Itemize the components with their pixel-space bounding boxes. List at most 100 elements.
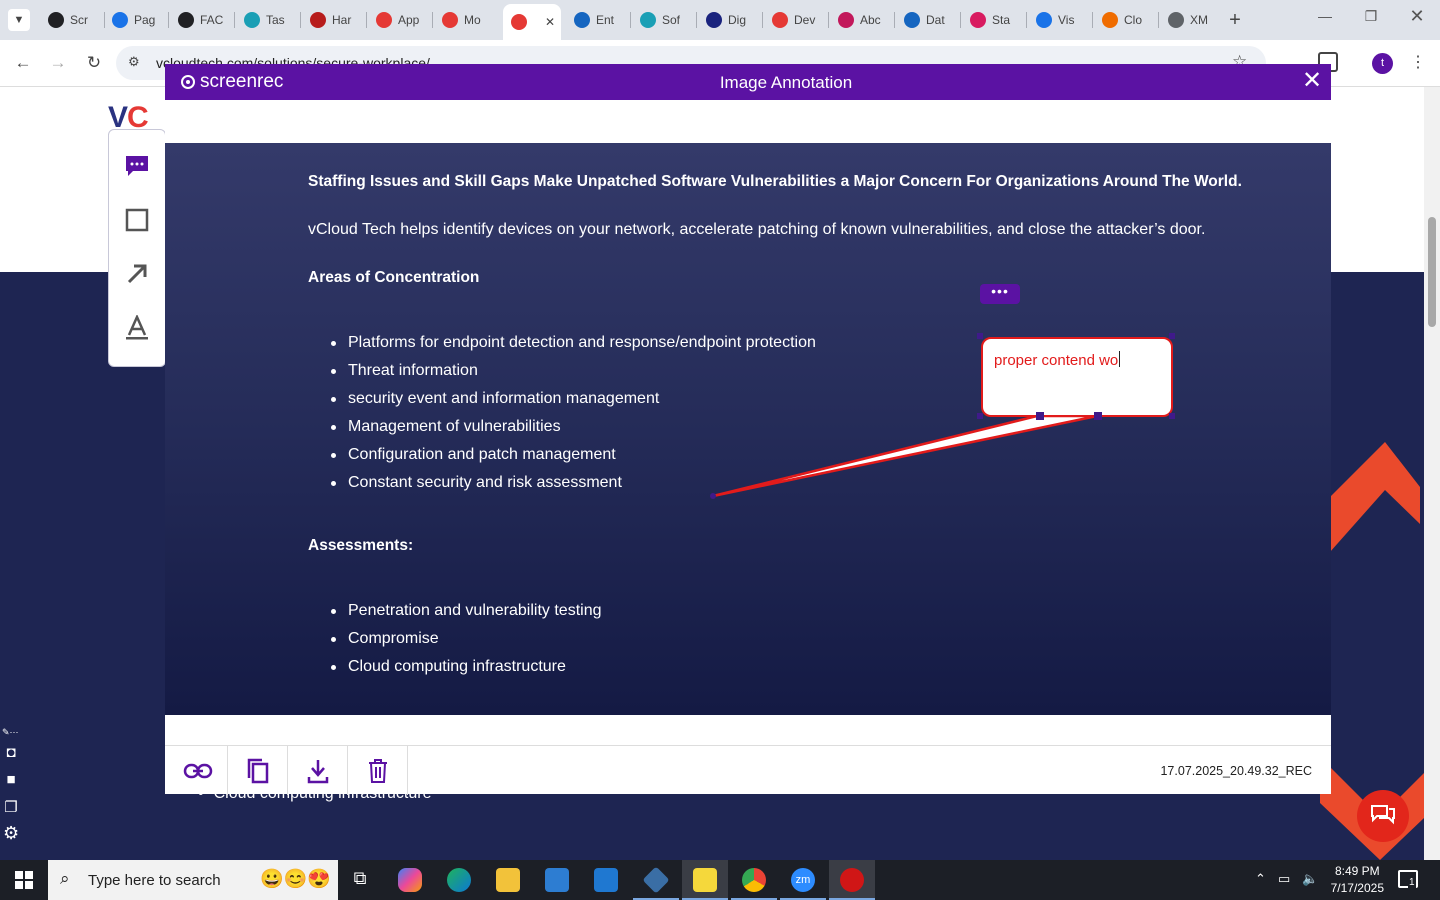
- chrome-icon[interactable]: [742, 868, 766, 892]
- modal-close-button[interactable]: ✕: [1300, 69, 1324, 94]
- browser-tab[interactable]: Clo: [1094, 6, 1156, 34]
- resize-handle-bottom-right[interactable]: [1169, 413, 1175, 419]
- copy-link-button[interactable]: [168, 746, 228, 795]
- callout-text[interactable]: proper contend wo: [994, 351, 1121, 369]
- modal-title: Image Annotation: [719, 73, 853, 92]
- sticky-notes-icon[interactable]: [693, 868, 717, 892]
- notifications-icon[interactable]: 1: [1398, 870, 1418, 888]
- download-icon: [307, 759, 328, 783]
- browser-tab[interactable]: Abc: [830, 6, 892, 34]
- pointer-tip-handle[interactable]: [710, 493, 716, 499]
- taskbar-search-box[interactable]: ⌕ Type here to search 😀😊😍: [48, 860, 338, 900]
- gallery-icon[interactable]: ❐: [4, 798, 18, 816]
- screenrec-taskbar-icon[interactable]: [840, 868, 864, 892]
- browser-tab[interactable]: Scr: [40, 6, 102, 34]
- browser-tab[interactable]: Dig: [698, 6, 760, 34]
- screenrec-menu-icon[interactable]: ✎⋯: [2, 727, 19, 738]
- tab-label: Mo: [464, 13, 481, 27]
- rectangle-tool-icon[interactable]: [123, 206, 151, 234]
- tab-label: XM: [1190, 13, 1208, 27]
- tab-label: Sta: [992, 13, 1011, 27]
- browser-tab[interactable]: Tas: [236, 6, 298, 34]
- browser-menu-icon[interactable]: ⋮: [1410, 52, 1426, 72]
- comment-tool-icon[interactable]: [123, 152, 151, 180]
- volume-icon[interactable]: 🔈: [1302, 871, 1318, 887]
- screenshot-canvas[interactable]: Staffing Issues and Skill Gaps Make Unpa…: [165, 143, 1331, 715]
- reload-icon[interactable]: ↻: [83, 52, 105, 74]
- browser-tab[interactable]: App: [368, 6, 430, 34]
- browser-tab[interactable]: Pag: [104, 6, 166, 34]
- tab-separator: [366, 12, 367, 28]
- tab-favicon-icon: [1168, 12, 1184, 28]
- zoom-icon[interactable]: zm: [791, 868, 815, 892]
- scrollbar-thumb[interactable]: [1428, 217, 1436, 327]
- restore-icon[interactable]: ❐: [1356, 8, 1386, 25]
- task-view-icon[interactable]: ⧉: [348, 868, 372, 892]
- annotation-more-button[interactable]: •••: [980, 284, 1020, 304]
- browser-tab[interactable]: Har: [302, 6, 364, 34]
- tab-close-icon[interactable]: ✕: [545, 15, 555, 29]
- copy-image-button[interactable]: [228, 746, 288, 795]
- screenshot-camera-icon[interactable]: ◘: [4, 744, 18, 761]
- pointer-base-handle-left[interactable]: [1036, 412, 1044, 420]
- tab-label: Dig: [728, 13, 747, 27]
- edge-icon[interactable]: [447, 868, 471, 892]
- forward-icon[interactable]: →: [47, 52, 69, 74]
- tab-favicon-icon: [178, 12, 194, 28]
- areas-list: Platforms for endpoint detection and res…: [331, 329, 816, 497]
- areas-heading: Areas of Concentration: [308, 269, 480, 286]
- arrow-tool-icon[interactable]: [123, 260, 151, 288]
- browser-tab[interactable]: XM: [1160, 6, 1216, 34]
- site-info-icon[interactable]: ⚙: [128, 54, 140, 70]
- chat-widget-button[interactable]: [1357, 790, 1409, 842]
- new-tab-icon[interactable]: +: [1224, 9, 1246, 31]
- browser-tab[interactable]: Dev: [764, 6, 826, 34]
- window-close-icon[interactable]: ✕: [1402, 6, 1432, 27]
- browser-tab[interactable]: ✕: [503, 4, 561, 40]
- browser-tab[interactable]: Sta: [962, 6, 1024, 34]
- resize-handle-top-left[interactable]: [977, 333, 983, 339]
- browser-tab[interactable]: FAC: [170, 6, 232, 34]
- browser-tab[interactable]: Vis: [1028, 6, 1090, 34]
- list-item: Penetration and vulnerability testing: [331, 597, 602, 625]
- browser-tab[interactable]: Dat: [896, 6, 958, 34]
- profile-avatar[interactable]: t: [1372, 53, 1393, 74]
- minimize-icon[interactable]: —: [1310, 8, 1340, 24]
- pointer-base-handle-right[interactable]: [1094, 412, 1102, 420]
- tab-separator: [432, 12, 433, 28]
- assessments-heading: Assessments:: [308, 537, 414, 554]
- settings-gear-icon[interactable]: ⚙: [3, 823, 19, 844]
- store-icon[interactable]: [545, 868, 569, 892]
- system-clock[interactable]: 8:49 PM 7/17/2025: [1331, 863, 1384, 897]
- tab-favicon-icon: [706, 12, 722, 28]
- chat-icon: [1371, 805, 1395, 825]
- text-callout-box[interactable]: proper contend wo: [981, 337, 1173, 417]
- tab-label: App: [398, 13, 420, 27]
- tab-search-button[interactable]: ▼: [8, 9, 30, 31]
- search-emoji-icon: 😀😊😍: [260, 869, 331, 890]
- assessments-list: Penetration and vulnerability testing Com…: [331, 597, 602, 681]
- download-button[interactable]: [288, 746, 348, 795]
- delete-button[interactable]: [348, 746, 408, 795]
- copilot-icon[interactable]: [398, 868, 422, 892]
- file-explorer-icon[interactable]: [496, 868, 520, 892]
- browser-tab[interactable]: Sof: [632, 6, 694, 34]
- section-headline: Staffing Issues and Skill Gaps Make Unpa…: [308, 173, 1242, 190]
- tray-overflow-icon[interactable]: ⌃: [1255, 871, 1266, 887]
- search-placeholder[interactable]: Type here to search: [88, 872, 221, 889]
- text-tool-icon[interactable]: [123, 314, 151, 342]
- list-item: Platforms for endpoint detection and res…: [331, 329, 816, 357]
- browser-tab[interactable]: Mo: [434, 6, 496, 34]
- windows-start-button[interactable]: [0, 860, 48, 900]
- tab-label: Ent: [596, 13, 615, 27]
- page-scrollbar[interactable]: [1424, 87, 1440, 860]
- annotation-tools-panel: [108, 129, 166, 367]
- mail-icon[interactable]: [594, 868, 618, 892]
- resize-handle-top-right[interactable]: [1169, 333, 1175, 339]
- browser-tab[interactable]: Ent: [566, 6, 628, 34]
- video-record-icon[interactable]: ■: [4, 771, 18, 788]
- back-icon[interactable]: ←: [12, 52, 34, 74]
- clock-date: 7/17/2025: [1330, 881, 1384, 895]
- resize-handle-bottom-left[interactable]: [977, 413, 983, 419]
- network-icon[interactable]: ▭: [1278, 871, 1290, 887]
